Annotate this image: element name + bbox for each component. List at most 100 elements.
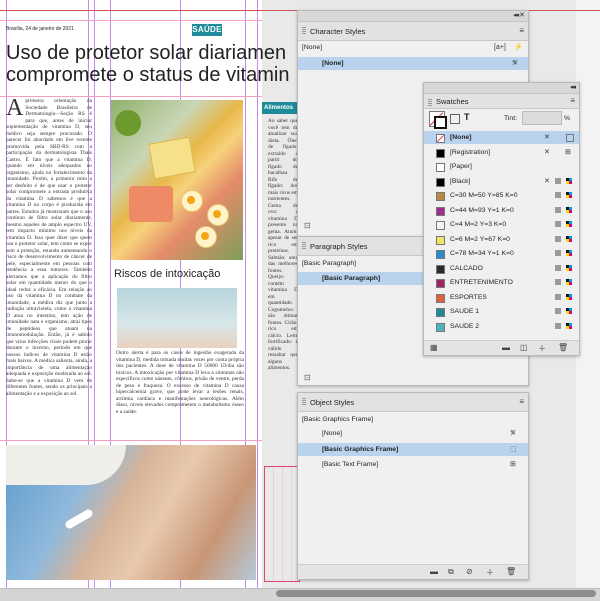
face-image-frame[interactable] [6,445,256,580]
swatch-color-chip [436,163,445,172]
swatch-color-chip [436,148,445,158]
swatch-color-chip [436,134,445,143]
registration-icon: ⊞ [565,148,571,156]
tint-input[interactable] [522,111,562,125]
placeholder-frame[interactable] [264,466,300,582]
show-all-swatches-icon[interactable]: ▦ [430,343,438,352]
swatch-label: C=6 M=2 Y=67 K=0 [450,235,510,243]
new-swatch-icon[interactable]: ＋ [538,343,546,354]
style-item-label: [None] [322,60,344,67]
process-color-icon [555,308,561,314]
swatch-item[interactable]: [Paper] [424,160,579,173]
swatch-label: [Registration] [450,148,491,156]
food-image-frame[interactable] [111,100,243,260]
style-item-label: [Basic Graphics Frame] [322,446,399,453]
trash-icon[interactable]: 🗑 [558,343,568,352]
style-options-icon[interactable]: ⊡ [304,373,311,382]
scroll-thumb[interactable] [276,590,596,597]
current-style-row: [None] [a+] ⚡ [298,41,528,54]
dropcap: A [6,98,24,121]
sidebar-text-frame[interactable]: Ao saber que você tem de atualizar sua d… [268,118,298,458]
panel-title: Paragraph Styles [310,242,368,251]
collapse-icon[interactable]: ◂◂ [570,83,576,91]
hand-image-frame[interactable] [117,288,237,348]
swatch-item[interactable]: SAUDE 1 [424,305,579,318]
hat-shape [6,445,126,485]
clear-attributes-icon[interactable]: ⊘ [466,567,473,576]
object-styles-panel[interactable]: Object Styles ≡ [Basic Graphics Frame] [… [297,392,529,580]
yolk-shape [213,210,221,218]
collapse-icon[interactable]: ◂◂ ✕ [513,11,525,19]
swatch-label: [None] [450,134,472,141]
cheese-shape [148,136,196,180]
swatch-color-chip [436,293,445,303]
swatch-item[interactable]: C=4 M=2 Y=3 K=0 [424,218,579,231]
folder-icon[interactable]: ▬ [502,343,510,352]
swatch-item[interactable]: [Black] ✕ [424,175,579,188]
style-options-icon[interactable]: ⊡ [304,221,311,230]
swatch-item[interactable]: [None] ✕ [424,131,579,144]
create-override-icon[interactable]: [a+] [494,41,506,54]
lightning-icon[interactable]: ⚡ [514,41,523,54]
swatch-list[interactable]: [None] ✕ [Registration] ✕ ⊞ [Paper] [Black] ✕ C=… [424,131,579,336]
style-item-none[interactable]: [None] ✎̸ [298,427,528,440]
swatch-item[interactable]: [Registration] ✕ ⊞ [424,146,579,159]
sunscreen-shape [64,508,94,530]
swatch-label: SAUDE 2 [450,322,480,330]
body-text-frame[interactable]: A primeira orientação da Sociedade Brasi… [6,98,92,440]
grip-icon[interactable] [300,237,308,255]
folder-icon[interactable]: ▬ [430,567,438,576]
grip-icon[interactable] [426,94,434,112]
panel-menu-icon[interactable]: ≡ [519,397,524,406]
swatch-item[interactable]: C=30 M=50 Y=85 K=0 [424,189,579,202]
swatch-item[interactable]: ESPORTES [424,291,579,304]
stroke-swatch-icon[interactable] [434,116,447,129]
swatch-item[interactable]: C=78 M=34 Y=1 K=0 [424,247,579,260]
clear-overrides-icon[interactable]: ⧉ [448,567,454,577]
swatch-color-chip [436,279,445,288]
process-color-icon [555,293,561,300]
panel-collapse-strip[interactable]: ◂◂ [424,83,579,94]
swatch-item[interactable]: C=44 M=93 Y=1 K=0 [424,204,579,217]
tint-unit: % [564,115,571,122]
new-color-group-icon[interactable]: ◫ [520,343,528,352]
frame-icon: ⬚ [510,446,517,453]
subhead: Riscos de intoxicação [114,268,221,280]
style-item-label: [None] [322,430,343,437]
process-color-icon [555,264,561,271]
swatch-color-chip [436,221,445,230]
grip-icon[interactable] [300,22,308,40]
process-color-icon [555,192,561,198]
process-color-icon [555,250,561,256]
process-color-icon [555,221,561,227]
yolk-shape [201,232,209,240]
headline[interactable]: Uso de protetor solar diariamen comprome… [6,42,306,86]
swatch-item[interactable]: CALCADO [424,262,579,275]
panel-menu-icon[interactable]: ≡ [570,96,575,105]
grip-icon[interactable] [300,393,308,411]
cmyk-mode-icon [566,250,572,256]
panel-collapse-strip[interactable]: ◂◂ ✕ [298,11,528,22]
character-styles-header[interactable]: Character Styles ≡ [298,22,528,41]
object-styles-header[interactable]: Object Styles ≡ [298,393,528,412]
margin-guide-top [0,20,262,21]
row-guide [0,96,262,97]
style-item-none[interactable]: [None] ✎̸ [298,57,528,70]
section-tag: SAÚDE [192,24,222,36]
swatch-item[interactable]: SAUDE 2 [424,320,579,333]
swatches-panel[interactable]: ◂◂ Swatches ≡ T Tint: % [None] ✕ [Registra… [423,82,580,356]
document-page[interactable]: Brasília, 24 de janeiro de 2021 SAÚDE Us… [0,0,289,600]
swatches-header[interactable]: Swatches ≡ [424,94,579,109]
box-text-frame[interactable]: Outro alerta é para os casos de ingestão… [116,350,244,430]
swatch-item[interactable]: ENTRETENIMENTO [424,276,579,289]
panel-menu-icon[interactable]: ≡ [519,26,524,35]
swatch-item[interactable]: C=6 M=2 Y=67 K=0 [424,233,579,246]
trash-icon[interactable]: 🗑 [506,567,516,576]
style-item-basic-graphics-frame[interactable]: [Basic Graphics Frame] ⬚ [298,443,528,456]
swatch-label: CALCADO [450,264,483,272]
swatch-color-chip [436,264,445,274]
formatting-container-icon[interactable] [450,114,460,124]
new-style-icon[interactable]: ＋ [486,567,494,578]
formatting-text-icon[interactable]: T [464,112,470,122]
style-item-basic-text-frame[interactable]: [Basic Text Frame] ⊞ [298,458,528,471]
